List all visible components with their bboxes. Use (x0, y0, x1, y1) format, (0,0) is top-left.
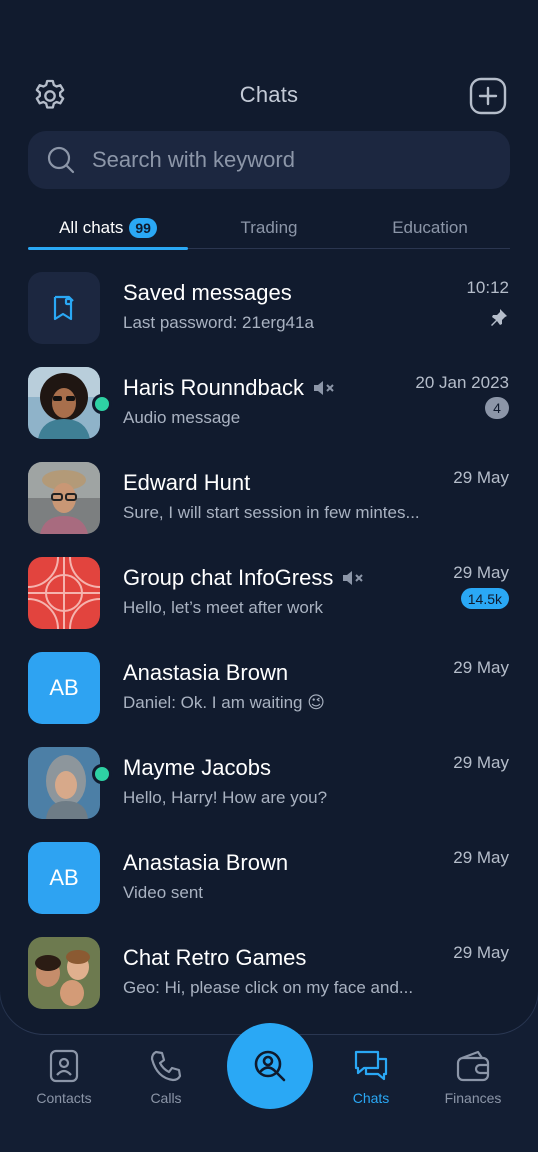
plus-icon (469, 77, 507, 115)
chat-preview: Video sent (123, 883, 204, 902)
saved-avatar (28, 272, 100, 344)
chat-name: Group chat InfoGress (123, 565, 365, 591)
initials-avatar: AB (28, 842, 100, 914)
chat-row-mayme-jacobs[interactable]: Mayme Jacobs Hello, Harry! How are you? … (0, 737, 538, 832)
search-icon (46, 145, 76, 175)
unread-badge: 4 (485, 397, 509, 419)
nav-contacts[interactable]: Contacts (14, 1046, 114, 1106)
chat-time: 10:12 (466, 278, 509, 297)
avatar (28, 747, 100, 819)
nav-label: Calls (150, 1090, 182, 1106)
contacts-icon (14, 1046, 114, 1086)
muted-icon (341, 569, 365, 587)
chat-time: 29 May (453, 468, 509, 487)
chat-row-anastasia-brown[interactable]: AB Anastasia Brown Daniel: Ok. I am wait… (0, 642, 538, 737)
tab-label: Trading (240, 218, 298, 237)
bookmark-icon (53, 295, 74, 321)
chat-preview: Last password: 21erg41a (123, 313, 314, 332)
chat-name: Mayme Jacobs (123, 755, 271, 780)
chats-icon (321, 1046, 421, 1086)
chat-name: Chat Retro Games (123, 945, 307, 970)
tab-label: Education (392, 218, 468, 237)
chat-preview: Geo: Hi, please click on my face and... (123, 978, 414, 997)
nav-chats[interactable]: Chats (321, 1046, 421, 1106)
chat-row-retro-games[interactable]: Chat Retro Games Geo: Hi, please click o… (0, 927, 538, 1022)
header: Chats (0, 72, 538, 120)
online-indicator (92, 394, 112, 414)
initials-avatar: AB (28, 652, 100, 724)
wink-emoji: 😉 (307, 693, 325, 712)
online-indicator (92, 764, 112, 784)
new-chat-button[interactable] (464, 72, 512, 120)
page-title: Chats (239, 82, 299, 107)
chat-name: Haris Rounndback (123, 375, 336, 401)
chat-preview: Audio message (123, 408, 241, 427)
chat-row-edward-hunt[interactable]: Edward Hunt Sure, I will start session i… (0, 452, 538, 547)
chat-panel: Chats All chats 99 Trading Education (0, 0, 538, 1034)
chat-time: 29 May (453, 658, 509, 677)
pin-icon (488, 308, 508, 333)
nav-label: Contacts (36, 1090, 92, 1106)
chat-preview: Daniel: Ok. I am waiting 😉 (123, 693, 325, 712)
chat-row-group-infogress[interactable]: Group chat InfoGress Hello, let’s meet a… (0, 547, 538, 642)
nav-finances[interactable]: Finances (423, 1046, 523, 1106)
chat-preview: Hello, Harry! How are you? (123, 788, 328, 807)
phone-icon (116, 1046, 216, 1086)
group-avatar (28, 557, 100, 629)
count-badge: 99 (129, 218, 157, 238)
chat-time: 20 Jan 2023 (415, 373, 509, 392)
tab-all-chats[interactable]: All chats 99 (28, 208, 188, 248)
group-avatar (28, 937, 100, 1009)
chat-preview: Hello, let’s meet after work (123, 598, 323, 617)
search-people-icon (254, 1050, 286, 1082)
active-tab-indicator (28, 247, 188, 250)
chat-time: 29 May (453, 753, 509, 772)
chat-row-anastasia-brown-2[interactable]: AB Anastasia Brown Video sent 29 May (0, 832, 538, 927)
muted-icon (312, 379, 336, 397)
search-bar (28, 131, 510, 189)
search-input[interactable] (90, 146, 474, 174)
tab-education[interactable]: Education (350, 208, 510, 248)
chat-name: Saved messages (123, 280, 292, 305)
chat-time: 29 May (453, 848, 509, 867)
nav-calls[interactable]: Calls (116, 1046, 216, 1106)
chat-time: 29 May (453, 563, 509, 582)
chat-name: Anastasia Brown (123, 850, 289, 875)
find-people-button[interactable] (227, 1023, 313, 1109)
chat-row-saved-messages[interactable]: Saved messages Last password: 21erg41a 1… (0, 262, 538, 357)
avatar (28, 462, 100, 534)
chat-name: Anastasia Brown (123, 660, 289, 685)
chat-row-haris[interactable]: Haris Rounndback Audio message 20 Jan 20… (0, 357, 538, 452)
nav-label: Chats (352, 1090, 390, 1106)
chat-name: Edward Hunt (123, 470, 251, 495)
nav-label: Finances (444, 1090, 502, 1106)
avatar (28, 367, 100, 439)
chat-tabs: All chats 99 Trading Education (28, 208, 510, 250)
tab-label: All chats (59, 218, 124, 237)
wallet-icon (423, 1046, 523, 1086)
tab-trading[interactable]: Trading (188, 208, 350, 248)
chat-time: 29 May (453, 943, 509, 962)
unread-badge: 14.5k (460, 588, 509, 609)
chat-preview: Sure, I will start session in few mintes… (123, 503, 420, 522)
